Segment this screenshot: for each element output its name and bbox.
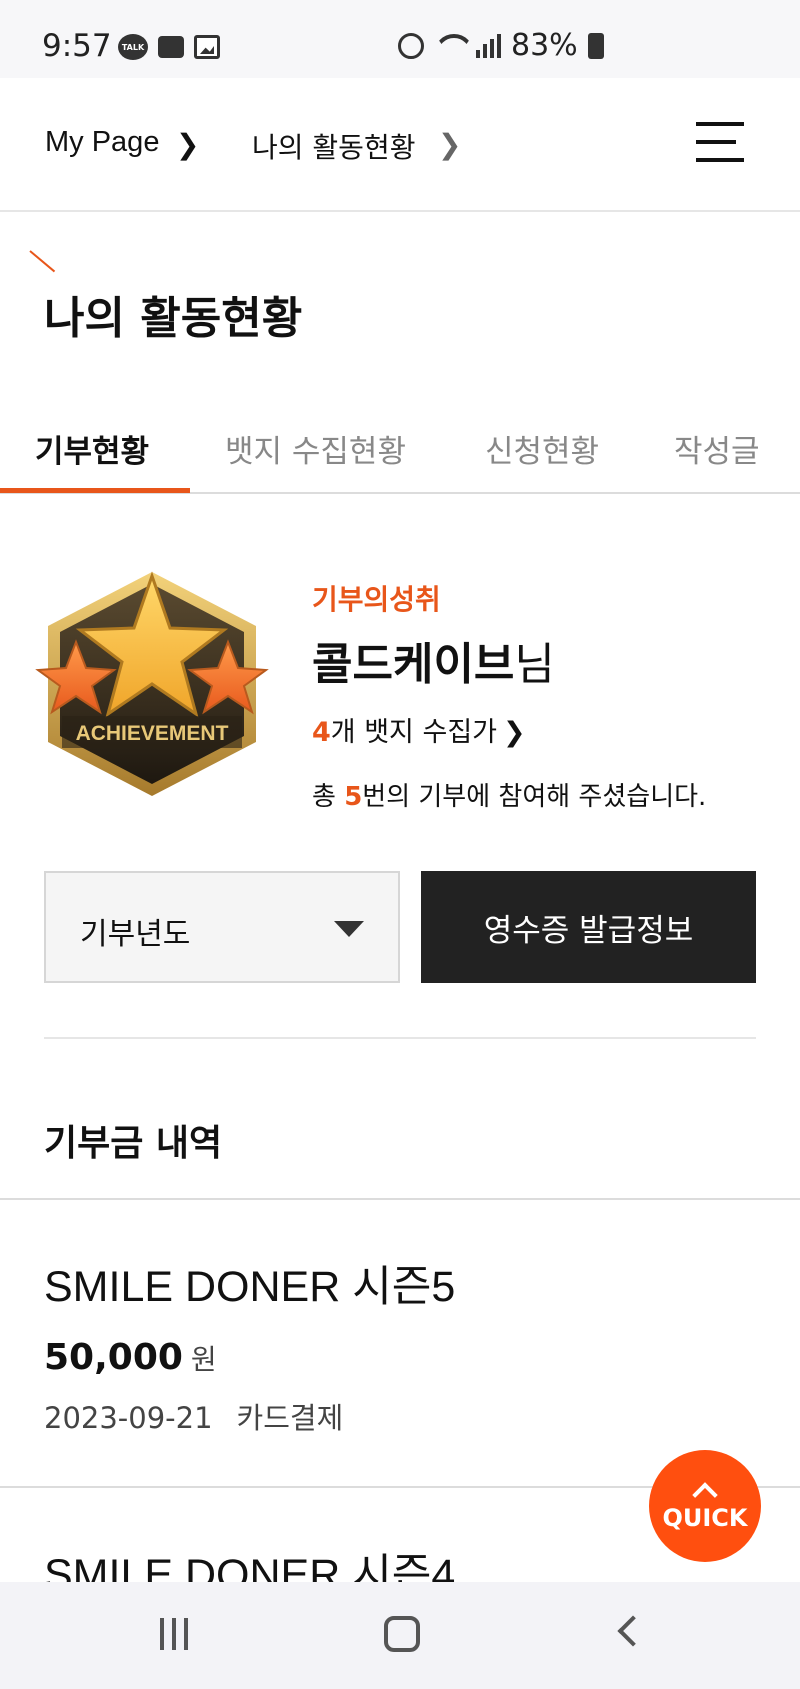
status-bar: 9:57 TALK 83%	[0, 0, 800, 78]
breadcrumb-activity[interactable]: 나의 활동현황	[252, 126, 415, 166]
tab-badge-collection[interactable]: 뱃지 수집현황	[225, 426, 406, 471]
total-count: 5	[344, 782, 363, 812]
battery-percent: 83%	[511, 28, 578, 63]
quick-label: QUICK	[662, 1504, 748, 1532]
donation-meta: 2023-09-21 카드결제	[44, 1395, 343, 1437]
donation-title: SMILE DONER 시즌5	[44, 1263, 456, 1311]
badge-count: 4	[312, 717, 331, 748]
receipt-info-button[interactable]: 영수증 발급정보	[421, 871, 756, 983]
page-title: 나의 활동현황	[44, 293, 303, 344]
signal-icon	[476, 33, 501, 58]
chevron-right-icon: ❯	[438, 128, 462, 161]
quick-button[interactable]: QUICK	[649, 1450, 761, 1562]
tab-bar: 기부현황 뱃지 수집현황 신청현황 작성글	[0, 410, 800, 494]
badge-text: ACHIEVEMENT	[76, 722, 229, 745]
message-icon	[158, 36, 184, 58]
donation-history-title: 기부금 내역	[44, 1123, 223, 1164]
badge-collector-link[interactable]: 4개 뱃지 수집가 ❯	[312, 710, 526, 749]
kakaotalk-label: TALK	[121, 42, 145, 52]
system-icons: 83%	[398, 28, 604, 63]
header: My Page ❯ 나의 활동현황 ❯	[0, 78, 800, 212]
total-suffix: 번의 기부에 참여해 주셨습니다.	[362, 782, 707, 812]
home-icon[interactable]	[384, 1616, 420, 1652]
recent-apps-icon[interactable]	[160, 1618, 188, 1650]
amount-value: 50,000	[44, 1337, 183, 1378]
donation-date: 2023-09-21	[44, 1401, 213, 1435]
chevron-right-icon: ❯	[176, 128, 200, 161]
kakaotalk-icon: TALK	[118, 34, 148, 60]
user-name-text: 콜드케이브	[312, 639, 515, 690]
total-prefix: 총	[312, 782, 345, 812]
chevron-right-icon: ❯	[503, 717, 526, 748]
badge-count-suffix: 개 뱃지 수집가	[330, 717, 498, 748]
hamburger-menu-icon[interactable]	[696, 122, 744, 162]
donation-total-text: 총 5번의 기부에 참여해 주셨습니다.	[312, 776, 706, 813]
donation-year-select[interactable]: 기부년도	[44, 871, 400, 983]
divider	[0, 1198, 800, 1200]
battery-icon	[587, 32, 604, 59]
back-icon[interactable]	[617, 1615, 649, 1647]
notification-icons: TALK	[118, 34, 220, 60]
tab-my-posts[interactable]: 작성글	[674, 426, 760, 471]
user-name-suffix: 님	[514, 639, 555, 690]
amount-unit: 원	[190, 1343, 217, 1376]
wifi-icon	[434, 34, 466, 58]
tab-active-indicator	[0, 488, 190, 493]
caret-down-icon	[334, 921, 364, 937]
tab-application-status[interactable]: 신청현황	[485, 426, 599, 471]
payment-method: 카드결제	[236, 1401, 344, 1435]
year-select-label: 기부년도	[80, 917, 191, 952]
alarm-icon	[398, 32, 424, 59]
achievement-label: 기부의성취	[312, 583, 441, 616]
title-decoration	[29, 250, 56, 273]
status-time: 9:57	[42, 28, 112, 64]
breadcrumb-my-page[interactable]: My Page	[45, 126, 159, 159]
tab-donation-status[interactable]: 기부현황	[35, 426, 149, 471]
donation-amount: 50,000 원	[44, 1337, 217, 1378]
system-nav-bar	[0, 1582, 800, 1689]
gallery-icon	[194, 35, 220, 59]
achievement-badge-icon: ACHIEVEMENT	[35, 571, 269, 796]
divider	[44, 1037, 756, 1039]
user-name: 콜드케이브님	[312, 628, 555, 692]
